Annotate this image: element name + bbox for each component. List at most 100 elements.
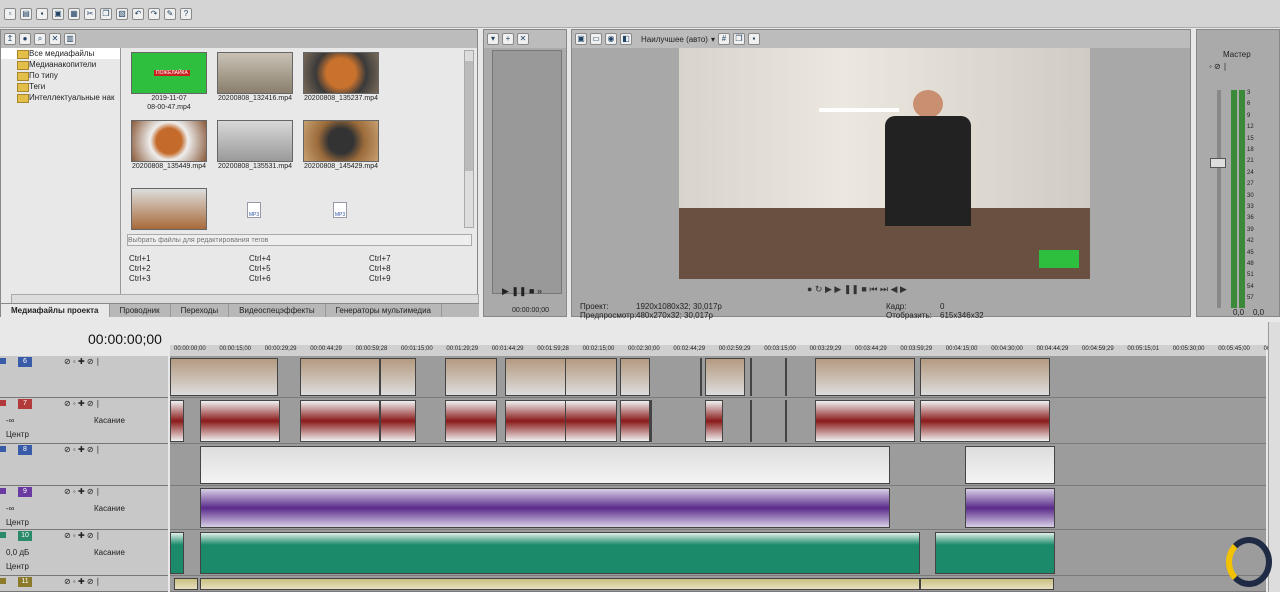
master-fader[interactable] bbox=[1210, 158, 1226, 168]
trimmer-close-icon[interactable]: ✕ bbox=[517, 33, 529, 45]
redo-icon[interactable]: ↷ bbox=[148, 7, 160, 20]
track-lane[interactable] bbox=[170, 444, 1266, 486]
timeline-clip[interactable] bbox=[650, 400, 652, 442]
timeline-clip[interactable] bbox=[750, 358, 752, 396]
timeline-clip[interactable] bbox=[170, 358, 278, 396]
timeline-clip[interactable] bbox=[705, 400, 723, 442]
timeline-clip[interactable] bbox=[170, 400, 184, 442]
capture-icon[interactable]: ● bbox=[19, 33, 31, 45]
split-screen-icon[interactable]: ◧ bbox=[620, 33, 632, 45]
cut-icon[interactable]: ✂ bbox=[84, 7, 96, 20]
tab-project-media[interactable]: Медиафайлы проекта bbox=[1, 304, 110, 317]
media-file[interactable]: 20200808_145429.mp4 bbox=[303, 120, 385, 171]
timeline-clip[interactable] bbox=[620, 358, 650, 396]
track-mode[interactable]: Касание bbox=[94, 416, 125, 425]
tab-media-generators[interactable]: Генераторы мультимедиа bbox=[326, 304, 443, 317]
timeline-clip[interactable] bbox=[920, 400, 1050, 442]
import-icon[interactable]: ↥ bbox=[4, 33, 16, 45]
trimmer-menu-icon[interactable]: ▾ bbox=[487, 33, 499, 45]
shortcut[interactable]: Ctrl+6 bbox=[249, 274, 369, 283]
transport-controls[interactable]: ● ↻ ▶ ▶ ❚❚ ■ ⏮ ⏭ ◀ ▶ bbox=[807, 284, 907, 295]
scroll-thumb[interactable] bbox=[465, 61, 473, 171]
edit-tool-icon[interactable]: ✎ bbox=[164, 7, 176, 20]
tab-explorer[interactable]: Проводник bbox=[110, 304, 171, 317]
save-snapshot-icon[interactable]: ▪ bbox=[747, 33, 760, 45]
fx-icon[interactable]: ◉ bbox=[605, 33, 617, 45]
render-icon[interactable]: ▣ bbox=[52, 7, 64, 20]
trimmer-play-icon[interactable]: ▶ ❚❚ ■ » bbox=[502, 286, 542, 297]
timeline-clip[interactable] bbox=[170, 532, 184, 574]
tree-tags[interactable]: Теги bbox=[1, 81, 120, 92]
trimmer-add-icon[interactable]: + bbox=[502, 33, 514, 45]
overlays-icon[interactable]: # bbox=[717, 33, 730, 45]
shortcut[interactable]: Ctrl+9 bbox=[369, 274, 429, 283]
media-file[interactable]: 20200808_135449.mp4 bbox=[131, 120, 213, 171]
timeline-clip[interactable] bbox=[965, 488, 1055, 528]
delete-icon[interactable]: ✕ bbox=[49, 33, 61, 45]
search-icon[interactable]: ⌕ bbox=[34, 33, 46, 45]
shortcut[interactable]: Ctrl+4 bbox=[249, 254, 369, 263]
open-icon[interactable]: ▤ bbox=[20, 7, 32, 20]
save-icon[interactable]: ▪ bbox=[36, 7, 48, 20]
mp3-file-icon[interactable]: MP3 bbox=[333, 202, 347, 218]
timeline-clip[interactable] bbox=[380, 358, 416, 396]
media-file[interactable]: 20200808_135237.mp4 bbox=[303, 52, 385, 103]
media-file[interactable]: 20200808_132416.mp4 bbox=[217, 52, 299, 103]
track-controls-icon[interactable]: ⊘ ◦ ✚ ⊘ ∣ bbox=[64, 357, 100, 366]
what-is-icon[interactable]: ? bbox=[180, 7, 192, 20]
media-file[interactable]: ПОЖЕЛАЙКА 2019-11-07 08-00-47.mp4 bbox=[131, 52, 213, 112]
track-lane[interactable] bbox=[170, 576, 1266, 592]
timeline-clip[interactable] bbox=[785, 358, 787, 396]
track-volume[interactable]: -∞ bbox=[6, 416, 14, 425]
track-pan[interactable]: Центр bbox=[6, 430, 29, 439]
preview-props-icon[interactable]: ▣ bbox=[575, 33, 587, 45]
track-controls-icon[interactable]: ⊘ ◦ ✚ ⊘ ∣ bbox=[64, 445, 100, 454]
timeline-clip[interactable] bbox=[700, 358, 702, 396]
timeline-clip[interactable] bbox=[565, 358, 617, 396]
media-file[interactable] bbox=[131, 188, 207, 230]
track-volume[interactable]: -∞ bbox=[6, 504, 14, 513]
timeline-clip[interactable] bbox=[445, 400, 497, 442]
undo-icon[interactable]: ↶ bbox=[132, 7, 144, 20]
timeline-clip[interactable] bbox=[300, 400, 380, 442]
timeline-clip[interactable] bbox=[750, 400, 752, 442]
external-monitor-icon[interactable]: ▭ bbox=[590, 33, 602, 45]
timeline-clip[interactable] bbox=[200, 446, 890, 484]
shortcut[interactable]: Ctrl+5 bbox=[249, 264, 369, 273]
track-lane[interactable] bbox=[170, 356, 1266, 398]
timeline-clip[interactable] bbox=[200, 488, 890, 528]
timeline-clip[interactable] bbox=[620, 400, 650, 442]
track-mode[interactable]: Касание bbox=[94, 504, 125, 513]
timeline-clip[interactable] bbox=[200, 532, 920, 574]
track-header[interactable]: 8 ⊘ ◦ ✚ ⊘ ∣ bbox=[0, 444, 168, 486]
timeline-clip[interactable] bbox=[200, 400, 280, 442]
timeline-clip[interactable] bbox=[445, 358, 497, 396]
chevron-down-icon[interactable]: ▾ bbox=[711, 35, 715, 44]
track-lane[interactable] bbox=[170, 398, 1266, 444]
tab-transitions[interactable]: Переходы bbox=[171, 304, 230, 317]
timeline-clip[interactable] bbox=[815, 358, 915, 396]
track-volume[interactable]: 0,0 дБ bbox=[6, 548, 29, 557]
shortcut[interactable]: Ctrl+7 bbox=[369, 254, 429, 263]
timeline-clip[interactable] bbox=[965, 446, 1055, 484]
tab-video-fx[interactable]: Видеоспецэффекты bbox=[229, 304, 326, 317]
track-pan[interactable]: Центр bbox=[6, 562, 29, 571]
tag-input[interactable] bbox=[127, 234, 472, 246]
tree-all-media[interactable]: Все медиафайлы bbox=[1, 48, 120, 59]
mp3-file-icon[interactable]: MP3 bbox=[247, 202, 261, 218]
shortcut[interactable]: Ctrl+1 bbox=[129, 254, 249, 263]
shortcut[interactable]: Ctrl+8 bbox=[369, 264, 429, 273]
timeline-clip[interactable] bbox=[565, 400, 617, 442]
views-icon[interactable]: ▥ bbox=[64, 33, 76, 45]
track-header[interactable]: 10 ⊘ ◦ ✚ ⊘ ∣ 0,0 дБ Касание Центр bbox=[0, 530, 168, 576]
new-icon[interactable]: ▫ bbox=[4, 7, 16, 20]
track-lane[interactable] bbox=[170, 530, 1266, 576]
tree-by-type[interactable]: По типу bbox=[1, 70, 120, 81]
track-pan[interactable]: Центр bbox=[6, 518, 29, 527]
properties-icon[interactable]: ▦ bbox=[68, 7, 80, 20]
track-lane[interactable] bbox=[170, 486, 1266, 530]
track-controls-icon[interactable]: ⊘ ◦ ✚ ⊘ ∣ bbox=[64, 577, 100, 586]
track-header[interactable]: 6 ⊘ ◦ ✚ ⊘ ∣ bbox=[0, 356, 168, 398]
track-header[interactable]: 11 ⊘ ◦ ✚ ⊘ ∣ bbox=[0, 576, 168, 592]
paste-icon[interactable]: ▧ bbox=[116, 7, 128, 20]
